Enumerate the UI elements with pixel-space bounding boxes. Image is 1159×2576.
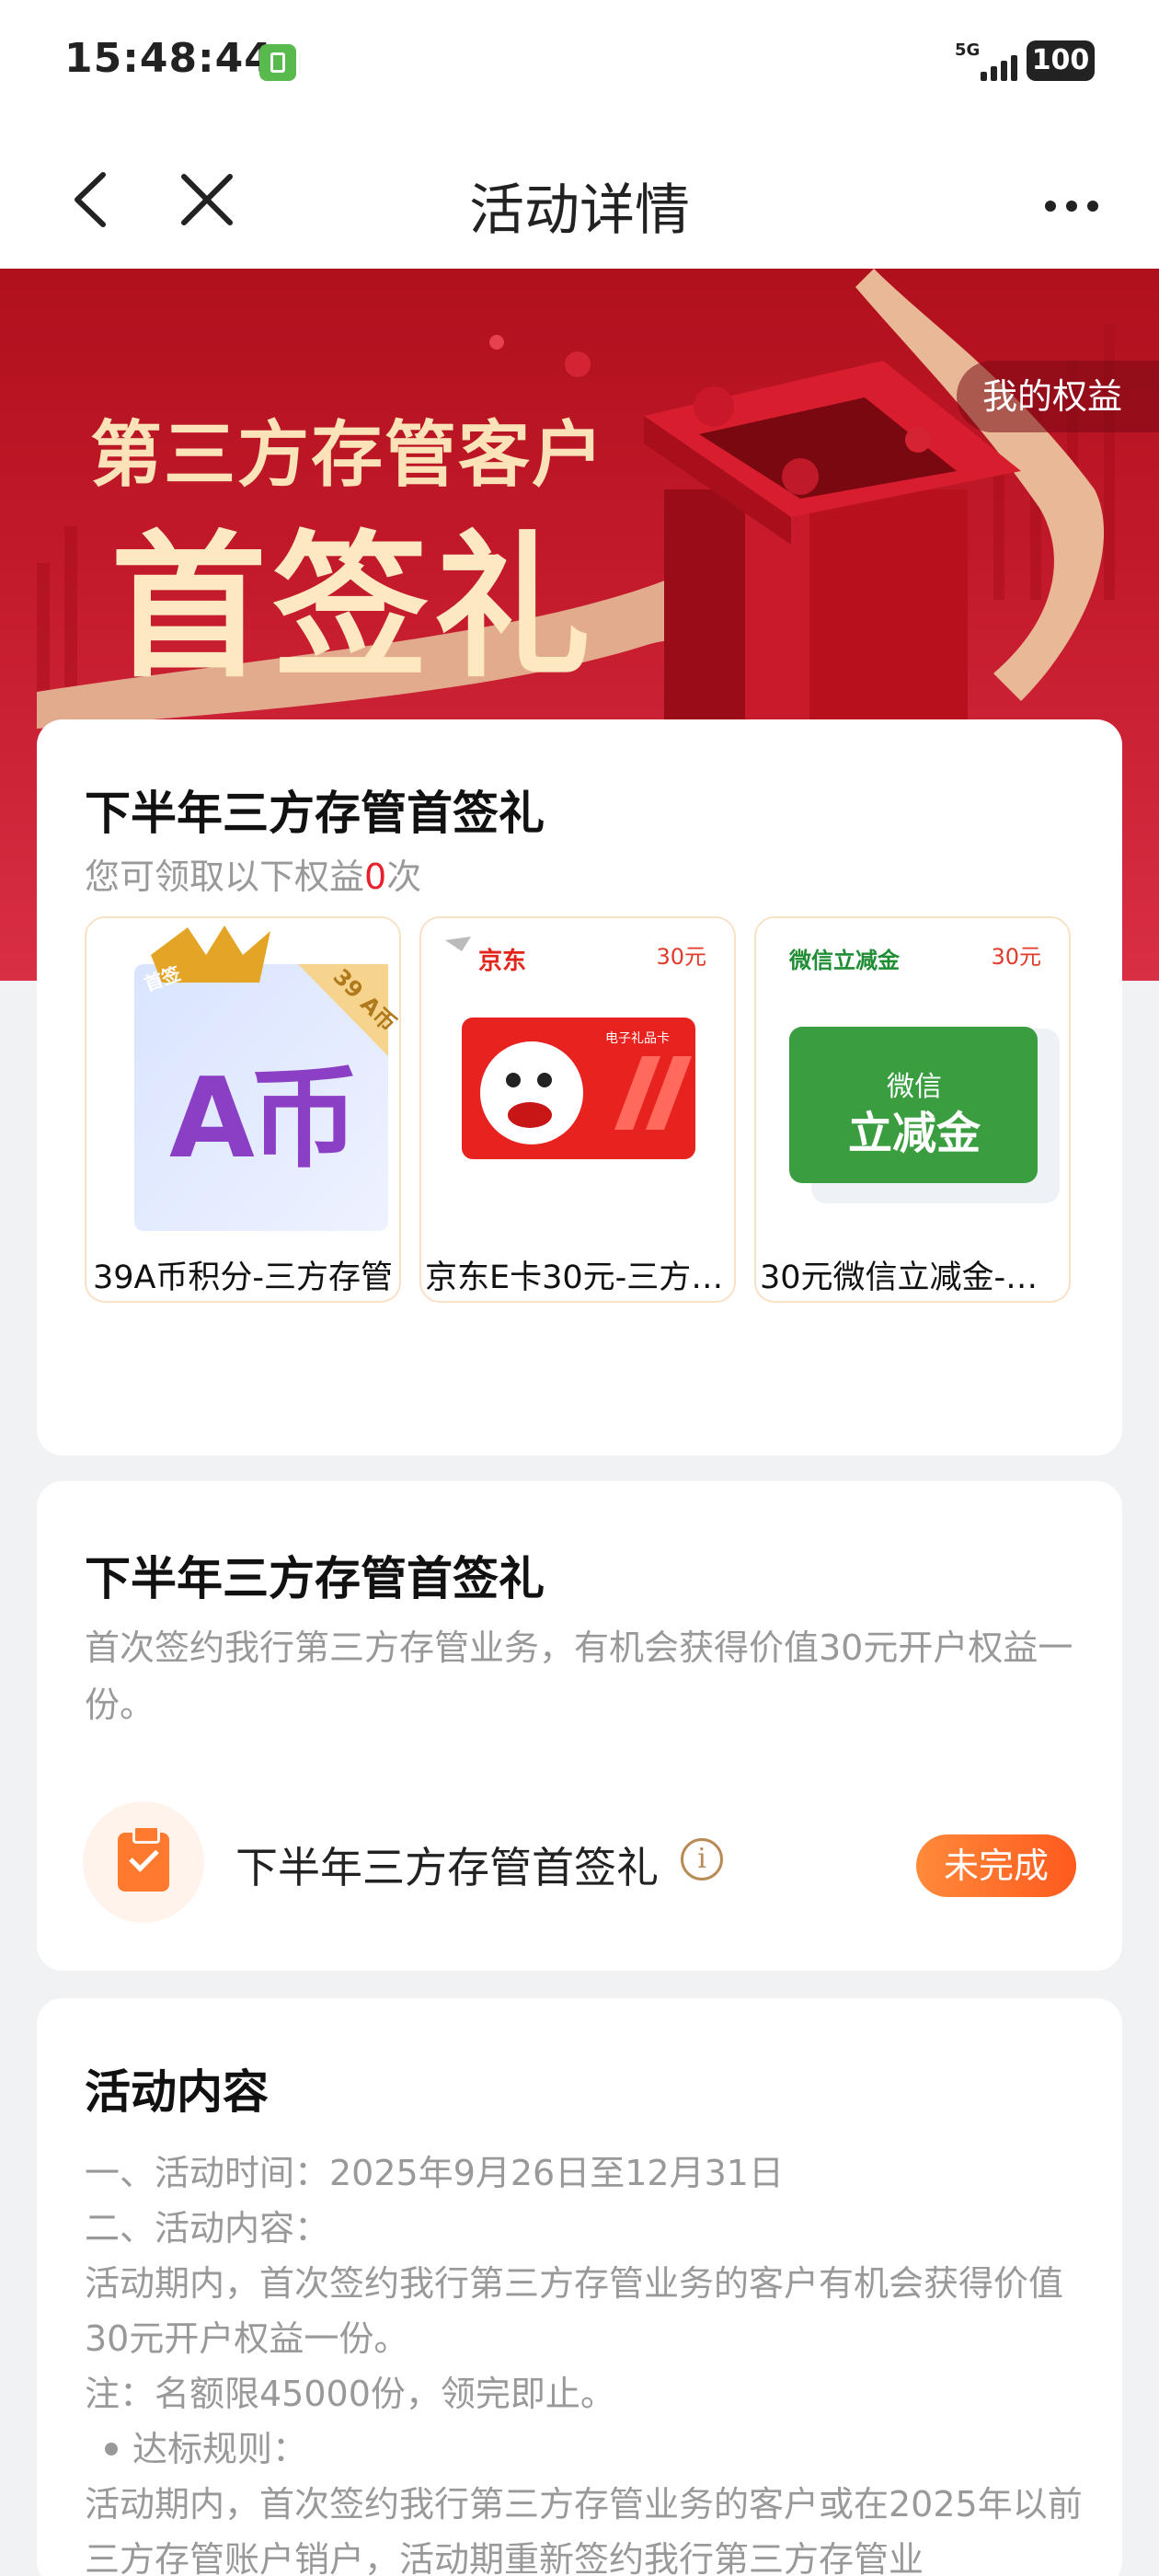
reward-label: 京东E卡30元-三方存管 xyxy=(425,1259,730,1296)
task-name: 下半年三方存管首签礼 xyxy=(235,1843,659,1892)
task-card: 下半年三方存管首签礼 首次签约我行第三方存管业务，有机会获得价值30元开户权益一… xyxy=(37,1481,1122,1971)
clipboard-notification-icon xyxy=(259,44,296,81)
jd-card-text: 电子礼品卡 xyxy=(605,1031,670,1046)
nav-bar: 活动详情 xyxy=(0,129,1159,269)
wechat-card-line2: 立减金 xyxy=(847,1108,981,1159)
clipboard-check-icon xyxy=(83,1801,204,1923)
my-rights-button[interactable]: 我的权益 xyxy=(957,361,1159,432)
content-line: 注：名额限45000份，领完即止。 xyxy=(85,2374,615,2414)
status-bar: 15:48:44 5G 100 xyxy=(0,0,1159,129)
battery-icon: 100 xyxy=(1027,40,1095,81)
content-card-title: 活动内容 xyxy=(85,2065,269,2119)
acoin-art-text: A币 xyxy=(169,1055,360,1183)
status-badge[interactable]: 未完成 xyxy=(916,1834,1076,1897)
rewards-subtitle: 您可领取以下权益0次 xyxy=(85,857,422,897)
wechat-brand: 微信立减金 xyxy=(789,948,900,973)
reward-price: 30元 xyxy=(656,944,706,970)
info-icon[interactable]: i xyxy=(681,1838,723,1880)
reward-item-jd-card[interactable]: 京东 30元 电子礼品卡 京东E卡30元-三方存管 xyxy=(419,916,736,1303)
rewards-count: 0 xyxy=(364,857,387,897)
jd-logo: 京东 xyxy=(478,948,527,975)
content-line: 一、活动时间：2025年9月26日至12月31日 xyxy=(85,2153,784,2193)
banner-title: 首签礼 xyxy=(110,515,597,699)
content-bullet-line: 达标规则： xyxy=(85,2421,1087,2477)
rewards-card: 下半年三方存管首签礼 您可领取以下权益0次 首签 39 A币 A币 39A币积分… xyxy=(37,719,1122,1455)
network-type: 5G xyxy=(955,40,981,60)
reward-item-acoin[interactable]: 首签 39 A币 A币 39A币积分-三方存管 xyxy=(85,916,401,1303)
page-title: 活动详情 xyxy=(469,178,690,243)
status-time: 15:48:44 xyxy=(64,35,273,82)
bullet-icon xyxy=(105,2442,118,2455)
activity-content-text: 一、活动时间：2025年9月26日至12月31日 二、活动内容： 活动期内，首次… xyxy=(85,2145,1087,2576)
content-line: 活动期内，首次签约我行第三方存管业务的客户有机会获得价值30元开户权益一份。 xyxy=(85,2263,1064,2359)
signal-icon: 5G xyxy=(955,40,1017,81)
content-line: 活动期内，首次签约我行第三方存管业务的客户或在2025年以前三方存管账户销户，活… xyxy=(85,2484,1083,2576)
content-line: 二、活动内容： xyxy=(85,2208,330,2248)
reward-label: 39A币积分-三方存管 xyxy=(92,1259,394,1296)
activity-content-card: 活动内容 一、活动时间：2025年9月26日至12月31日 二、活动内容： 活动… xyxy=(37,1998,1122,2576)
reward-item-wechat[interactable]: 微信立减金 30元 微信 立减金 30元微信立减金-三方存管 xyxy=(754,916,1071,1303)
more-icon[interactable] xyxy=(1039,184,1104,221)
rewards-card-title: 下半年三方存管首签礼 xyxy=(85,787,545,840)
reward-label: 30元微信立减金-三方存管 xyxy=(760,1259,1065,1296)
task-card-title: 下半年三方存管首签礼 xyxy=(85,1552,545,1605)
task-description: 首次签约我行第三方存管业务，有机会获得价值30元开户权益一份。 xyxy=(85,1627,1073,1725)
reward-price: 30元 xyxy=(991,944,1041,970)
